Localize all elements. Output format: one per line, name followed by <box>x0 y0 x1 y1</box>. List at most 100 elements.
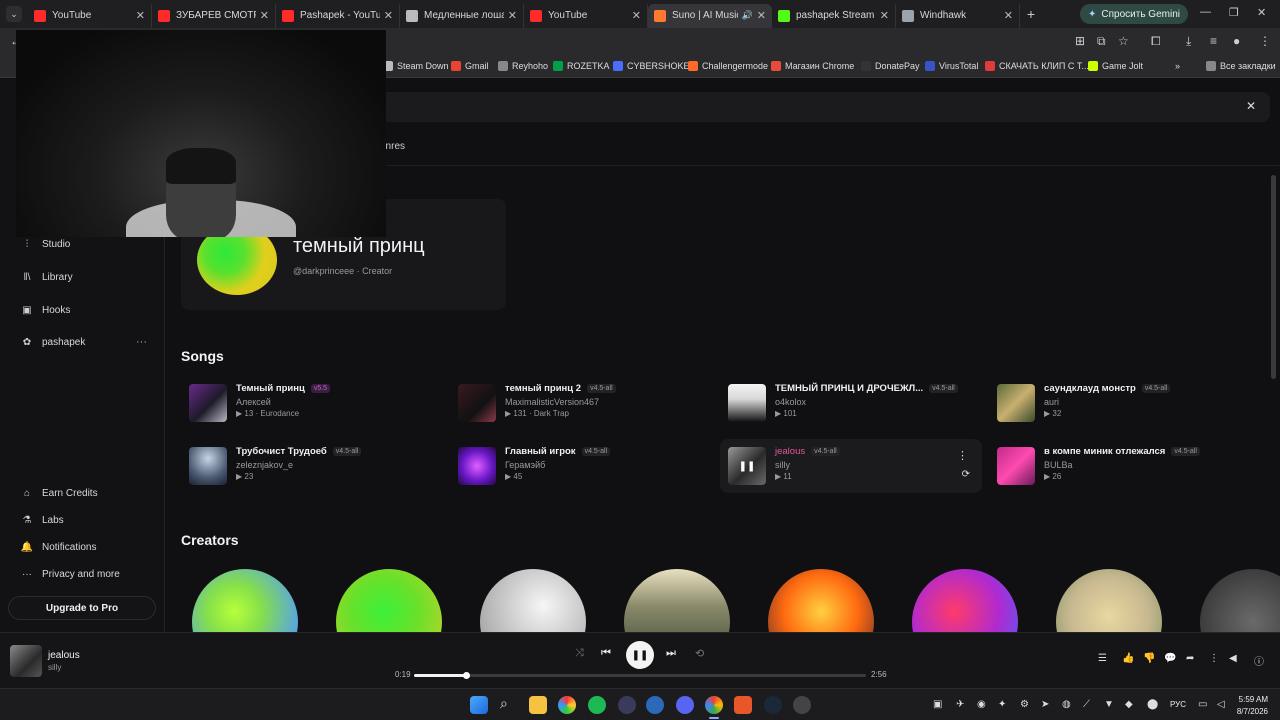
song-title[interactable]: саундклауд монстр v4.5-all <box>1044 383 1171 394</box>
song-card[interactable]: саундклауд монстр v4.5-all auri ▶ 32 <box>989 376 1251 430</box>
song-title-text[interactable]: саундклауд монстр <box>1044 383 1136 394</box>
browser-tab[interactable]: pashapek Stream - W ✕ <box>772 3 896 28</box>
tray-icon-1[interactable]: ▣ <box>933 699 942 710</box>
tab-audio-icon[interactable]: 🔊 <box>742 10 753 21</box>
now-playing-title[interactable]: jealous <box>48 650 80 661</box>
song-artist[interactable]: Герамэйб <box>505 460 545 470</box>
bookmark-item[interactable]: Reyhoho <box>498 61 548 71</box>
song-cover[interactable] <box>997 384 1035 422</box>
sidebar-item-library[interactable]: ‖\ Library <box>20 272 73 283</box>
browser-tab[interactable]: ЗУБАРЕВ СМОТРИТ ✕ <box>152 3 276 28</box>
all-bookmarks-button[interactable]: Все закладки <box>1206 61 1276 71</box>
browser-tab[interactable]: YouTube ✕ <box>524 3 648 28</box>
more-options-icon[interactable]: ⋮ <box>1209 653 1219 664</box>
song-title-text[interactable]: Трубочист Трудоеб <box>236 446 327 457</box>
browser-tab[interactable]: Pashapek - YouTube ✕ <box>276 3 400 28</box>
song-title[interactable]: ТЕМНЫЙ ПРИНЦ И ДРОЧЕЖЛ... v4.5-all <box>775 383 958 394</box>
tab-close-icon[interactable]: ✕ <box>632 9 641 22</box>
song-card[interactable]: Трубочист Трудоеб v4.5-all zeleznjakov_e ▶ … <box>181 439 443 493</box>
bookmark-item[interactable]: СКАЧАТЬ КЛИП С Т... <box>985 61 1089 71</box>
song-title[interactable]: jealous v4.5-all <box>775 446 840 457</box>
nvidia-icon[interactable]: ◆ <box>1125 699 1133 710</box>
upgrade-button[interactable]: Upgrade to Pro <box>8 596 156 620</box>
tab-close-icon[interactable]: ✕ <box>384 9 393 22</box>
tab-close-icon[interactable]: ✕ <box>757 9 766 22</box>
browser-menu-icon[interactable]: ⋮ <box>1259 34 1271 48</box>
bookmark-item[interactable]: Магазин Chrome <box>771 61 854 71</box>
song-artist[interactable]: o4kolox <box>775 397 806 407</box>
file-explorer-icon[interactable] <box>529 696 547 714</box>
profile-subtitle[interactable]: @darkprinceee · Creator <box>293 266 392 276</box>
bookmark-star-icon[interactable]: ☆ <box>1118 34 1129 48</box>
bookmark-item[interactable]: VirusTotal <box>925 61 978 71</box>
song-title-text[interactable]: Главный игрок <box>505 446 576 457</box>
tray-icon-4[interactable]: ✦ <box>998 699 1006 710</box>
bookmark-item[interactable]: DonatePay <box>861 61 920 71</box>
song-title-text[interactable]: jealous <box>775 446 805 457</box>
sidebar-item-pashapek[interactable]: ✿ pashapek <box>20 337 86 348</box>
browser-tab[interactable]: Windhawk ✕ <box>896 3 1020 28</box>
app-icon[interactable] <box>618 696 636 714</box>
browser-tab[interactable]: Медленные лошади ✕ <box>400 3 524 28</box>
tab-close-icon[interactable]: ✕ <box>260 9 269 22</box>
new-tab-button[interactable]: + <box>1020 6 1042 22</box>
start-icon[interactable] <box>470 696 488 714</box>
sidebar-item-privacy-and-more[interactable]: ··· Privacy and more <box>20 569 120 580</box>
song-title[interactable]: Трубочист Трудоеб v4.5-all <box>236 446 362 457</box>
bookmark-item[interactable]: Steam Down <box>383 61 449 71</box>
telegram-icon[interactable]: ➤ <box>1041 699 1049 710</box>
pause-button[interactable]: ❚❚ <box>626 641 654 669</box>
bookmark-item[interactable]: Challengermode <box>688 61 768 71</box>
song-artist[interactable]: Алексей <box>236 397 271 407</box>
ask-gemini-button[interactable]: ✦ Спросить Gemini <box>1080 4 1188 24</box>
song-card[interactable]: темный принц 2 v4.5-all MaximalisticVersio… <box>450 376 712 430</box>
profile-icon[interactable]: ● <box>1233 34 1240 48</box>
song-cover[interactable] <box>728 384 766 422</box>
sidebar-item-hooks[interactable]: ▣ Hooks <box>20 305 70 316</box>
install-app-icon[interactable]: ⧉ <box>1097 34 1106 49</box>
bookmarks-overflow-icon[interactable]: » <box>1175 61 1180 71</box>
bookmark-item[interactable]: ROZETKA <box>553 61 610 71</box>
tray-icon-7[interactable]: ◍ <box>1062 699 1071 710</box>
like-icon[interactable]: 👍 <box>1122 653 1134 664</box>
now-playing-cover[interactable] <box>10 645 42 677</box>
comment-icon[interactable]: 💬 <box>1164 653 1176 664</box>
song-artist[interactable]: BULBa <box>1044 460 1073 470</box>
tab-close-icon[interactable]: ✕ <box>136 9 145 22</box>
song-cover[interactable] <box>189 384 227 422</box>
tray-icon-11[interactable]: ⬤ <box>1147 699 1158 710</box>
song-title-text[interactable]: темный принц 2 <box>505 383 581 394</box>
queue-icon[interactable]: ☰ <box>1098 653 1107 664</box>
song-pause-icon[interactable]: ❚❚ <box>728 447 766 485</box>
brave-icon[interactable] <box>734 696 752 714</box>
song-card[interactable]: ТЕМНЫЙ ПРИНЦ И ДРОЧЕЖЛ... v4.5-all o4kolox… <box>720 376 982 430</box>
obs-icon[interactable] <box>793 696 811 714</box>
song-artist[interactable]: silly <box>775 460 790 470</box>
spotify-icon[interactable] <box>588 696 606 714</box>
info-icon[interactable]: ⓘ <box>1254 653 1264 668</box>
song-title-text[interactable]: ТЕМНЫЙ ПРИНЦ И ДРОЧЕЖЛ... <box>775 383 923 394</box>
song-cover[interactable] <box>458 384 496 422</box>
volume-icon[interactable]: ◀ <box>1229 653 1237 664</box>
close-window-button[interactable]: ✕ <box>1257 6 1266 19</box>
song-title-text[interactable]: Темный принц <box>236 383 305 394</box>
song-card[interactable]: ❚❚ jealous v4.5-all silly ▶ 11 ⋮ ⟳ <box>720 439 982 493</box>
repeat-icon[interactable]: ⟲ <box>695 647 704 660</box>
chrome-icon[interactable] <box>705 696 723 714</box>
minimize-button[interactable]: — <box>1200 6 1211 18</box>
song-card[interactable]: Главный игрок v4.5-all Герамэйб ▶ 45 <box>450 439 712 493</box>
song-more-icon[interactable]: ⋮ <box>957 449 968 462</box>
sidebar-item-labs[interactable]: ⚗ Labs <box>20 515 64 526</box>
close-search-icon[interactable]: ✕ <box>1246 99 1256 113</box>
song-title[interactable]: в компе миник отлежался v4.5-all <box>1044 446 1200 457</box>
scrollbar-thumb[interactable] <box>1271 175 1276 379</box>
search-icon[interactable]: ⌕ <box>500 695 508 712</box>
tray-icon-3[interactable]: ◉ <box>977 699 986 710</box>
progress-knob[interactable] <box>462 672 470 679</box>
speaker-icon[interactable]: ◁ <box>1217 699 1225 710</box>
song-cover[interactable] <box>458 447 496 485</box>
browser-tab[interactable]: Suno | AI Music 🔊 ✕ <box>648 3 772 28</box>
tray-icon-9[interactable]: ▼ <box>1104 699 1114 710</box>
maximize-button[interactable]: ❐ <box>1229 6 1239 19</box>
bookmark-item[interactable]: Game Jolt <box>1088 61 1143 71</box>
